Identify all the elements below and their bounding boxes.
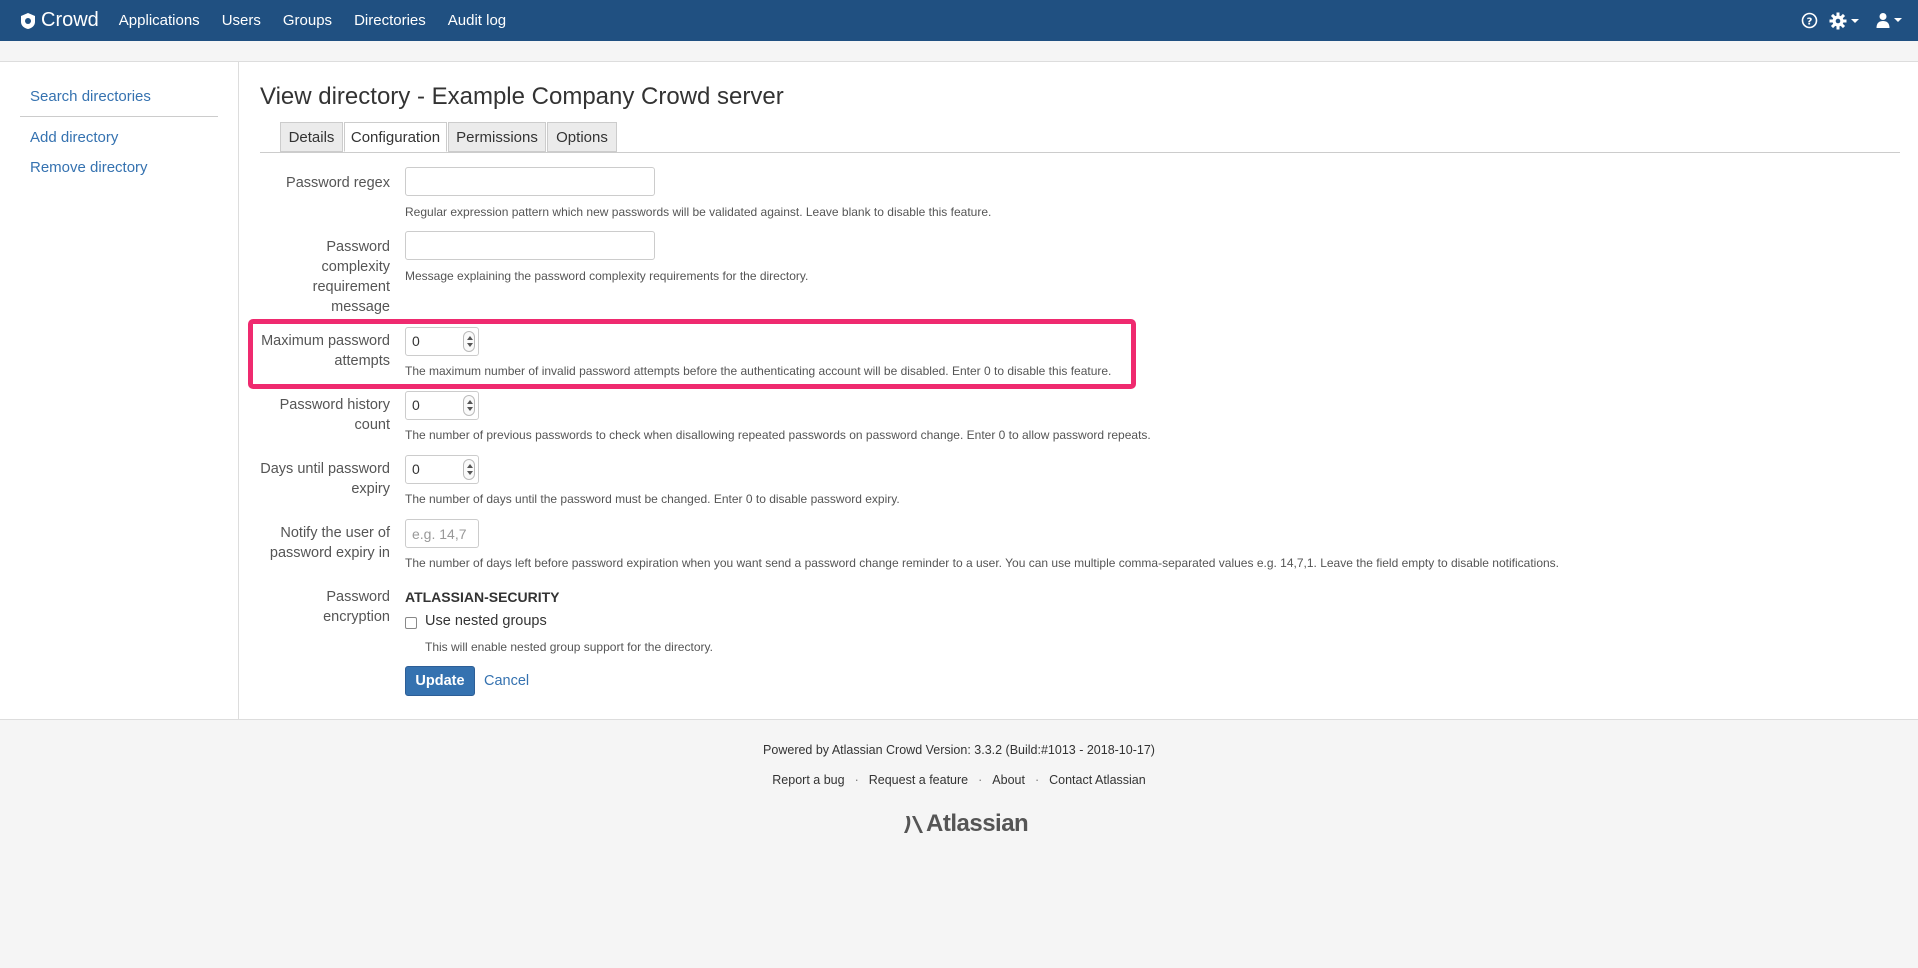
history-count-help: The number of previous passwords to chec… bbox=[405, 428, 1151, 442]
days-expiry-value: 0 bbox=[412, 461, 420, 477]
password-regex-help: Regular expression pattern which new pas… bbox=[405, 205, 992, 219]
content: View directory - Example Company Crowd s… bbox=[260, 62, 1900, 720]
history-count-value: 0 bbox=[412, 397, 420, 413]
days-expiry-help: The number of days until the password mu… bbox=[405, 492, 900, 506]
main-nav: Applications Users Groups Directories Au… bbox=[119, 12, 528, 29]
notify-expiry-input[interactable] bbox=[405, 519, 479, 548]
cancel-link[interactable]: Cancel bbox=[484, 673, 529, 689]
page-title: View directory - Example Company Crowd s… bbox=[260, 83, 784, 110]
gear-dropdown-caret-icon bbox=[1851, 19, 1859, 23]
atlassian-logo-icon bbox=[904, 816, 923, 833]
days-expiry-label: Days until password expiry bbox=[260, 461, 390, 497]
atlassian-brand-text: Atlassian bbox=[926, 810, 1029, 837]
password-regex-input[interactable] bbox=[405, 167, 655, 196]
history-count-input[interactable]: 0 bbox=[405, 391, 479, 420]
footer-separator: · bbox=[1034, 773, 1040, 787]
footer-links: Report a bug · Request a feature · About… bbox=[0, 773, 1918, 787]
days-expiry-spinner-icon[interactable] bbox=[463, 459, 475, 480]
highlight-box bbox=[248, 319, 1136, 389]
nav-applications[interactable]: Applications bbox=[119, 12, 200, 29]
tab-underline bbox=[260, 152, 1900, 153]
notify-expiry-label: Notify the user of password expiry in bbox=[269, 525, 390, 561]
nested-groups-label[interactable]: Use nested groups bbox=[425, 613, 547, 629]
notify-expiry-help: The number of days left before password … bbox=[405, 556, 1560, 570]
user-icon[interactable] bbox=[1876, 12, 1902, 28]
footer-link-report-bug[interactable]: Report a bug bbox=[772, 773, 844, 787]
tab-permissions[interactable]: Permissions bbox=[448, 122, 546, 152]
app-name: Crowd bbox=[41, 9, 99, 31]
footer-separator: · bbox=[854, 773, 859, 787]
crowd-logo[interactable]: Crowd bbox=[19, 9, 99, 32]
user-dropdown-caret-icon bbox=[1894, 18, 1902, 22]
encryption-value: ATLASSIAN-SECURITY bbox=[405, 589, 560, 605]
history-count-label: Password history count bbox=[279, 397, 390, 433]
footer-separator: · bbox=[978, 773, 983, 787]
days-expiry-input[interactable]: 0 bbox=[405, 455, 479, 484]
nested-groups-help: This will enable nested group support fo… bbox=[425, 640, 713, 654]
history-count-spinner-icon[interactable] bbox=[463, 395, 475, 416]
footer-link-contact-atlassian[interactable]: Contact Atlassian bbox=[1049, 773, 1146, 787]
tab-options[interactable]: Options bbox=[547, 122, 617, 152]
sidebar-item-remove-directory[interactable]: Remove directory bbox=[30, 159, 148, 176]
top-navigation-bar: Crowd Applications Users Groups Director… bbox=[0, 0, 1918, 41]
update-button[interactable]: Update bbox=[405, 666, 475, 696]
tab-details[interactable]: Details bbox=[280, 122, 343, 152]
nav-directories[interactable]: Directories bbox=[354, 12, 426, 29]
footer-version: Powered by Atlassian Crowd Version: 3.3.… bbox=[763, 743, 1155, 757]
complexity-message-help: Message explaining the password complexi… bbox=[405, 269, 809, 283]
password-regex-label: Password regex bbox=[286, 175, 390, 191]
footer-link-request-feature[interactable]: Request a feature bbox=[869, 773, 968, 787]
main-area: Search directories Add directory Remove … bbox=[0, 62, 1918, 720]
help-icon[interactable]: ? bbox=[1801, 12, 1818, 29]
nav-users[interactable]: Users bbox=[222, 12, 261, 29]
gear-icon[interactable] bbox=[1829, 12, 1859, 30]
encryption-label: Password encryption bbox=[323, 589, 390, 625]
sidebar-item-search-directories[interactable]: Search directories bbox=[30, 88, 151, 105]
nav-groups[interactable]: Groups bbox=[283, 12, 332, 29]
complexity-message-label: Password complexity requirement message bbox=[312, 239, 390, 315]
nav-audit-log[interactable]: Audit log bbox=[448, 12, 506, 29]
nested-groups-checkbox[interactable] bbox=[405, 617, 417, 629]
footer-link-about[interactable]: About bbox=[992, 773, 1025, 787]
atlassian-logo[interactable]: Atlassian bbox=[902, 810, 1029, 838]
complexity-message-input[interactable] bbox=[405, 231, 655, 260]
crowd-logo-icon bbox=[21, 12, 35, 29]
sidebar: Search directories Add directory Remove … bbox=[0, 62, 239, 720]
svg-text:?: ? bbox=[1807, 17, 1813, 28]
tab-configuration[interactable]: Configuration bbox=[344, 122, 447, 152]
sidebar-divider bbox=[20, 116, 218, 117]
sidebar-item-add-directory[interactable]: Add directory bbox=[30, 129, 118, 146]
header-substrip bbox=[0, 41, 1918, 62]
